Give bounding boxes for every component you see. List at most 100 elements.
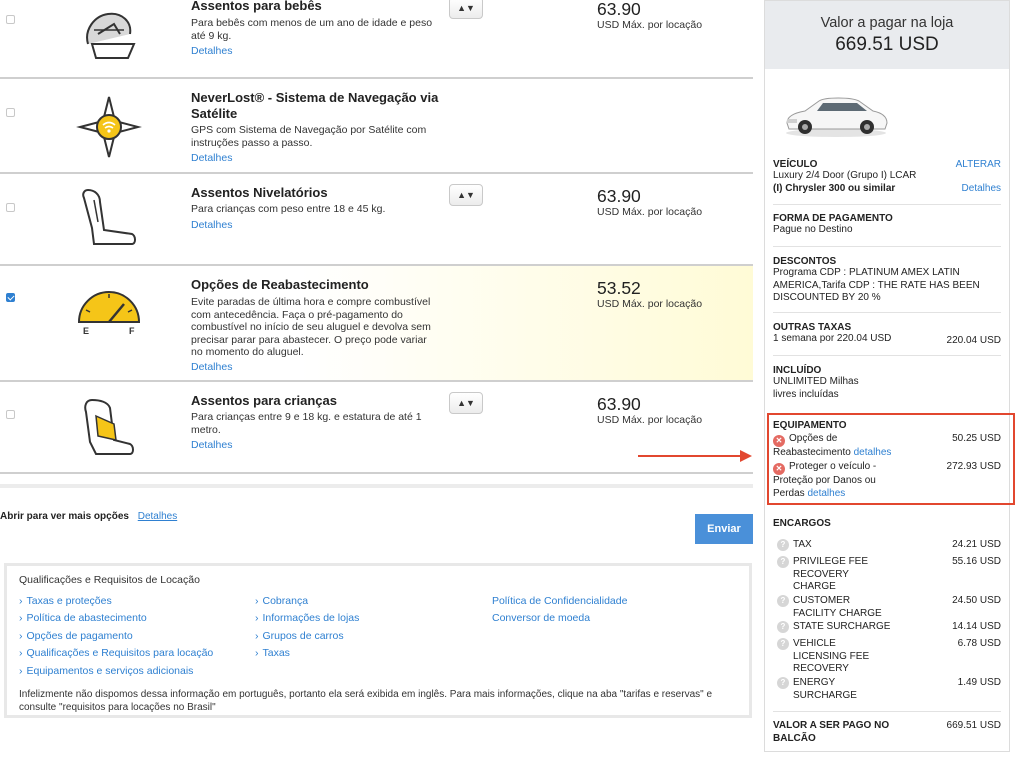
equipment-highlight-box: [767, 413, 1015, 505]
chevron-right-icon: ›: [19, 647, 23, 659]
qual-link[interactable]: Política de Confidencialidade: [492, 595, 627, 607]
qual-link[interactable]: › Cobrança: [255, 595, 308, 607]
help-icon[interactable]: ?: [777, 638, 789, 650]
extra-details-link[interactable]: Detalhes: [191, 439, 232, 451]
charge-amount: 1.49 USD: [957, 677, 1001, 688]
other-fees-heading: OUTRAS TAXAS: [773, 322, 852, 333]
more-options-details-link[interactable]: Detalhes: [138, 511, 177, 522]
charge-label: PRIVILEGE FEE RECOVERY CHARGE: [793, 556, 869, 592]
extra-desc-line: até 9 kg.: [191, 29, 232, 42]
qual-link[interactable]: › Equipamentos e serviços adicionais: [19, 665, 193, 677]
extra-price-unit: USD Máx. por locação: [597, 298, 703, 310]
divider: [0, 484, 753, 488]
extra-checkbox[interactable]: [6, 15, 15, 24]
qualifications-note: Infelizmente não dispomos dessa informaç…: [19, 689, 713, 713]
pay-at-store-box: Valor a pagar na loja 669.51 USD: [765, 1, 1009, 69]
chevron-right-icon: ›: [255, 595, 259, 607]
extra-details-link[interactable]: Detalhes: [191, 219, 232, 231]
vehicle-section: VEÍCULO ALTERAR Luxury 2/4 Door (Grupo I…: [773, 159, 1001, 199]
qual-link[interactable]: › Opções de pagamento: [19, 630, 133, 642]
charge-amount: 14.14 USD: [952, 621, 1001, 632]
qual-link[interactable]: › Taxas e proteções: [19, 595, 112, 607]
charge-label: VEHICLE LICENSING FEE RECOVERY: [793, 638, 870, 674]
qual-link[interactable]: › Taxas: [255, 647, 290, 659]
chevron-right-icon: ›: [19, 595, 23, 607]
total-section: VALOR A SER PAGO NO BALCÃO 669.51 USD: [773, 720, 1001, 748]
extra-desc-line: no momento do aluguel.: [191, 346, 304, 358]
extra-desc-line: Para crianças entre 9 e 18 kg. e estatur…: [191, 411, 422, 423]
qualifications-title: Qualificações e Requisitos de Locação: [19, 574, 200, 586]
discount-line: DISCOUNTED BY 20 %: [773, 292, 881, 303]
pay-amount: 669.51 USD: [835, 34, 939, 55]
divider: [773, 246, 1001, 247]
qual-link[interactable]: Conversor de moeda: [492, 612, 590, 624]
extra-row-booster-seat: Assentos Nivelatórios Para crianças com …: [0, 174, 753, 266]
car-image: [786, 97, 888, 137]
extra-desc-line: GPS com Sistema de Navegação por Satélit…: [191, 124, 427, 136]
extra-checkbox[interactable]: [6, 410, 15, 419]
extra-desc-line: instruções passo a passo.: [191, 136, 313, 149]
updown-arrows-icon: ▲▼: [457, 398, 475, 408]
charge-label: STATE SURCHARGE: [793, 621, 891, 632]
chevron-right-icon: ›: [19, 612, 23, 624]
chevron-right-icon: ›: [19, 630, 23, 642]
charge-amount: 6.78 USD: [957, 638, 1001, 649]
updown-arrows-icon: ▲▼: [457, 190, 475, 200]
child-seat-icon: [84, 398, 134, 455]
chevron-right-icon: ›: [255, 612, 259, 624]
charges-section: ENCARGOS ? TAX 24.21 USD ? PRIVILEGE FEE…: [773, 518, 1001, 708]
extra-price: 63.90: [597, 186, 641, 206]
reservation-summary: Valor a pagar na loja 669.51 USD VEÍCULO…: [764, 0, 1010, 752]
qual-link[interactable]: › Qualificações e Requisitos para locação: [19, 647, 213, 659]
extra-price: 63.90: [597, 394, 641, 414]
extra-details-link[interactable]: Detalhes: [191, 361, 232, 373]
qual-link[interactable]: › Informações de lojas: [255, 612, 359, 624]
extra-checkbox[interactable]: [6, 203, 15, 212]
extra-details-link[interactable]: Detalhes: [191, 45, 232, 57]
qual-link[interactable]: › Política de abastecimento: [19, 612, 147, 624]
divider: [773, 312, 1001, 313]
extra-details-link[interactable]: Detalhes: [191, 152, 232, 164]
extra-title-line: Satélite: [191, 106, 238, 121]
gauge-full-label: F: [129, 326, 135, 336]
extra-desc-line: precisar parar para abastecer. O preço p…: [191, 333, 427, 346]
quantity-select[interactable]: ▲▼: [449, 184, 483, 206]
help-icon[interactable]: ?: [777, 595, 789, 607]
booster-seat-icon: [82, 188, 136, 245]
divider: [773, 711, 1001, 712]
extra-title: Opções de Reabastecimento: [191, 277, 369, 292]
quantity-select[interactable]: ▲▼: [449, 0, 483, 19]
send-button[interactable]: Enviar: [695, 514, 753, 544]
extra-desc-line: metro.: [191, 423, 221, 436]
qualifications-box: Qualificações e Requisitos de Locação › T…: [4, 563, 752, 718]
charges-heading: ENCARGOS: [773, 518, 831, 529]
quantity-select[interactable]: ▲▼: [449, 392, 483, 414]
extra-title: Assentos Nivelatórios: [191, 185, 328, 200]
extra-price-unit: USD Máx. por locação: [597, 414, 703, 426]
qual-link[interactable]: › Grupos de carros: [255, 630, 344, 642]
extra-checkbox-checked[interactable]: [6, 293, 15, 302]
more-options-row: Abrir para ver mais opções Detalhes: [0, 511, 177, 522]
help-icon[interactable]: ?: [777, 621, 789, 633]
extras-panel: Assentos para bebês Para bebês com menos…: [0, 0, 753, 761]
discounts-section: DESCONTOS Programa CDP : PLATINUM AMEX L…: [773, 256, 1001, 305]
charge-amount: 55.16 USD: [952, 556, 1001, 567]
fuel-gauge-icon: E F: [77, 291, 141, 336]
divider: [773, 204, 1001, 205]
extra-desc-line: combustível no início de seu aluguel e d…: [191, 321, 431, 333]
extra-price-unit: USD Máx. por locação: [597, 19, 703, 31]
help-icon[interactable]: ?: [777, 677, 789, 689]
change-vehicle-link[interactable]: ALTERAR: [956, 159, 1001, 170]
extra-title: Assentos para crianças: [191, 393, 337, 408]
help-icon[interactable]: ?: [777, 539, 789, 551]
extra-price: 63.90: [597, 0, 641, 19]
extra-desc-line: Para crianças com peso entre 18 e 45 kg.: [191, 203, 386, 215]
extra-checkbox[interactable]: [6, 108, 15, 117]
payment-heading: FORMA DE PAGAMENTO: [773, 213, 893, 224]
help-icon[interactable]: ?: [777, 556, 789, 568]
compass-gps-icon: [76, 96, 142, 158]
chevron-right-icon: ›: [255, 647, 259, 659]
extra-row-gps: NeverLost® - Sistema de Navegação via Sa…: [0, 79, 753, 174]
extra-price-unit: USD Máx. por locação: [597, 206, 703, 218]
vehicle-details-link[interactable]: Detalhes: [962, 183, 1001, 194]
